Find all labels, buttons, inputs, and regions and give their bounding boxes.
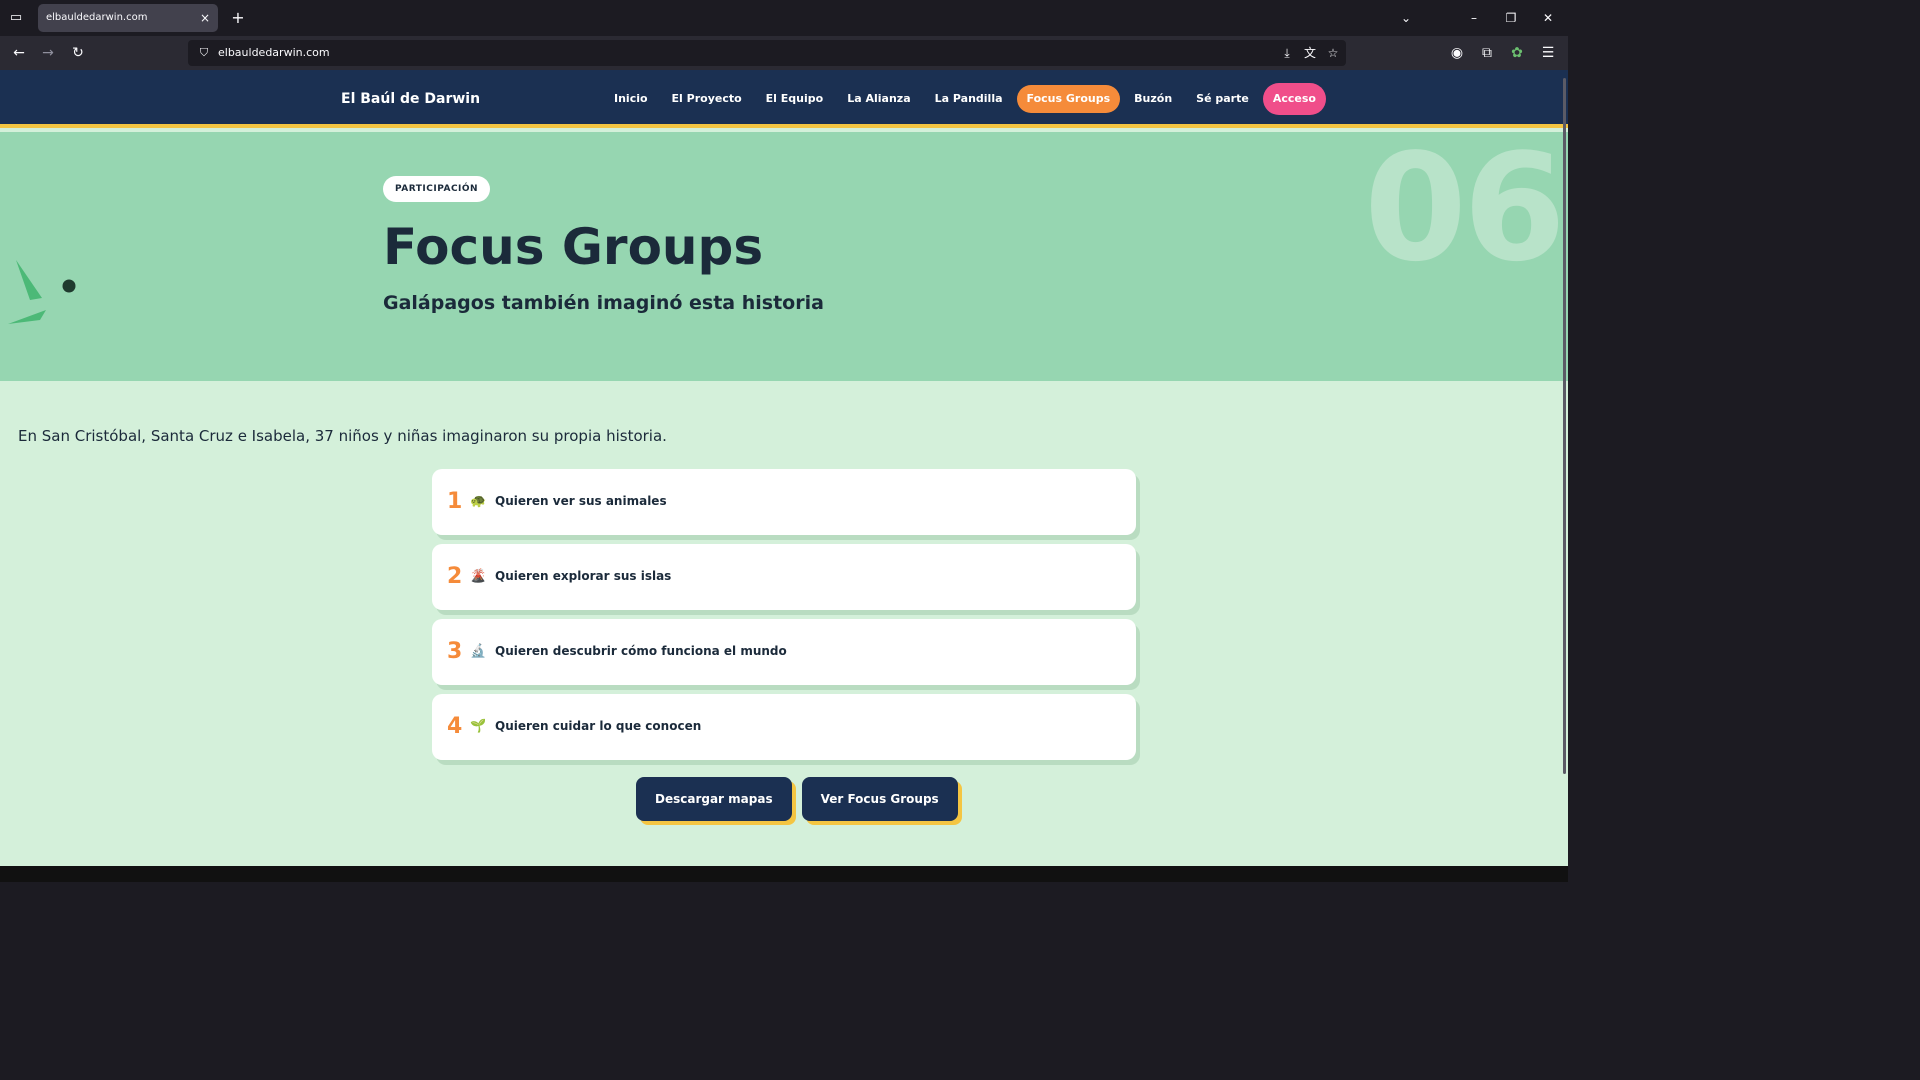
browser-tab[interactable]: elbauldedarwin.com × [38,4,218,32]
item-text: Quieren ver sus animales [495,494,667,508]
close-window-button[interactable]: ✕ [1538,8,1558,28]
tab-list-icon[interactable]: ▭ [6,8,26,28]
item-number: 3 [447,639,463,664]
site-header: El Baúl de Darwin Inicio El Proyecto El … [0,70,1568,128]
url-bar[interactable]: ⛉ elbauldedarwin.com ⤓ 文 ☆ [188,40,1346,66]
item-number: 4 [447,714,463,739]
footer-edge [0,866,1568,882]
download-maps-button[interactable]: Descargar mapas [636,777,792,821]
list-item: 4 🌱 Quieren cuidar lo que conocen [432,694,1136,760]
turtle-icon: 🐢 [470,494,487,509]
restore-button[interactable]: ❐ [1501,8,1521,28]
new-tab-button[interactable]: + [228,8,248,28]
microscope-icon: 🔬 [470,644,487,659]
findings-list: 1 🐢 Quieren ver sus animales 2 🌋 Quieren… [432,469,1136,769]
page-viewport: El Baúl de Darwin Inicio El Proyecto El … [0,70,1568,866]
volcano-icon: 🌋 [470,569,487,584]
category-badge: PARTICIPACIÓN [383,176,491,202]
nav-focus-groups[interactable]: Focus Groups [1016,85,1121,113]
item-number: 2 [447,564,463,589]
browser-tab-bar: ▭ elbauldedarwin.com × + ⌄ – ❐ ✕ [0,0,1568,36]
nav-la-alianza[interactable]: La Alianza [837,85,920,113]
list-item: 2 🌋 Quieren explorar sus islas [432,544,1136,610]
nav-acceso-button[interactable]: Acceso [1262,83,1326,115]
download-page-icon[interactable]: ⤓ [1278,44,1296,62]
intro-text: En San Cristóbal, Santa Cruz e Isabela, … [18,427,667,445]
nav-inicio[interactable]: Inicio [604,85,658,113]
nav-el-proyecto[interactable]: El Proyecto [662,85,752,113]
page-title: Focus Groups [383,218,764,276]
page-subtitle: Galápagos también imaginó esta historia [383,292,824,314]
bird-decoration-icon [8,260,76,324]
nav-la-pandilla[interactable]: La Pandilla [925,85,1013,113]
account-icon[interactable]: ◉ [1447,43,1467,63]
list-all-tabs-icon[interactable]: ⌄ [1396,8,1416,28]
menu-hamburger-icon[interactable]: ☰ [1538,43,1558,63]
bookmark-star-icon[interactable]: ☆ [1324,44,1342,62]
page-scrollbar[interactable] [1563,78,1566,774]
browser-nav-bar: ← → ↻ ⛉ elbauldedarwin.com ⤓ 文 ☆ ◉ ⧉ ✿ ☰ [0,36,1568,70]
tab-title: elbauldedarwin.com [46,12,148,23]
site-logo[interactable]: El Baúl de Darwin [341,70,480,128]
extension-color-icon[interactable]: ✿ [1507,43,1527,63]
back-icon[interactable]: ← [9,43,29,63]
forward-icon[interactable]: → [38,43,58,63]
hero-section: 06 PARTICIPACIÓN Focus Groups Galápagos … [0,132,1568,381]
minimize-button[interactable]: – [1464,8,1484,28]
list-item: 3 🔬 Quieren descubrir cómo funciona el m… [432,619,1136,685]
item-text: Quieren descubrir cómo funciona el mundo [495,644,787,658]
shield-icon[interactable]: ⛉ [196,44,212,62]
translate-icon[interactable]: 文 [1301,44,1319,62]
list-item: 1 🐢 Quieren ver sus animales [432,469,1136,535]
extensions-icon[interactable]: ⧉ [1477,43,1497,63]
nav-el-equipo[interactable]: El Equipo [756,85,834,113]
reload-icon[interactable]: ↻ [68,43,88,63]
nav-se-parte[interactable]: Sé parte [1186,85,1259,113]
action-buttons: Descargar mapas Ver Focus Groups [636,777,968,821]
url-text[interactable]: elbauldedarwin.com [218,40,330,66]
item-number: 1 [447,489,463,514]
main-nav: Inicio El Proyecto El Equipo La Alianza … [604,83,1330,115]
tab-close-icon[interactable]: × [200,4,210,32]
item-text: Quieren explorar sus islas [495,569,672,583]
nav-buzon[interactable]: Buzón [1124,85,1182,113]
seedling-icon: 🌱 [470,719,487,734]
view-focus-groups-button[interactable]: Ver Focus Groups [801,777,958,821]
section-number: 06 [1364,132,1566,294]
item-text: Quieren cuidar lo que conocen [495,719,702,733]
